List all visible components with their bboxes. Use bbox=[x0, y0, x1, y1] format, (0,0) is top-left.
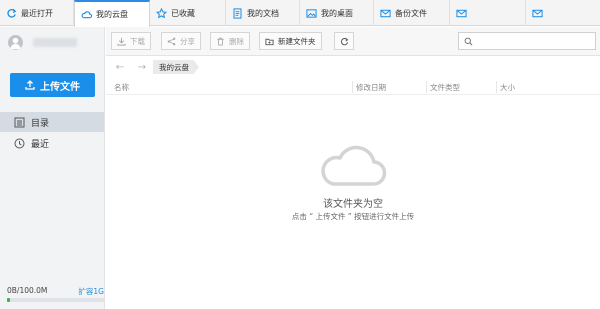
new-folder-label: 新建文件夹 bbox=[278, 36, 316, 46]
delete-button[interactable]: 删除 bbox=[210, 32, 250, 50]
toolbar: 下载 分享 删除 新建文件夹 bbox=[106, 27, 600, 56]
tab-my-desktop[interactable]: 我的桌面 bbox=[300, 0, 374, 26]
user-info[interactable] bbox=[8, 34, 77, 50]
tab-mail-1[interactable] bbox=[450, 0, 526, 26]
sidebar-item-label: 最近 bbox=[31, 139, 50, 150]
column-divider bbox=[426, 81, 427, 93]
delete-label: 删除 bbox=[229, 36, 244, 46]
search-icon bbox=[464, 37, 473, 45]
sidebar-item-directory[interactable]: 目录 bbox=[0, 112, 104, 132]
share-button[interactable]: 分享 bbox=[161, 32, 201, 50]
sidebar-item-recent[interactable]: 最近 bbox=[0, 133, 104, 153]
tab-label: 我的云盘 bbox=[96, 10, 128, 19]
storage-progress-fill bbox=[7, 298, 10, 302]
refresh-icon bbox=[6, 8, 17, 19]
file-list-header: 名称 修改日期 文件类型 大小 bbox=[106, 79, 600, 95]
star-icon bbox=[156, 7, 167, 19]
tab-bar: 最近打开 我的云盘 已收藏 我的文档 我的桌面 备份文件 bbox=[0, 0, 600, 27]
download-label: 下载 bbox=[130, 36, 145, 46]
tab-label: 我的文档 bbox=[247, 8, 279, 18]
user-icon bbox=[10, 37, 21, 49]
upload-icon bbox=[25, 80, 35, 90]
refresh-button[interactable] bbox=[334, 32, 354, 50]
breadcrumb-current: 我的云盘 bbox=[159, 62, 189, 72]
mail-icon bbox=[456, 8, 467, 19]
empty-state-hint: 点击 “ 上传文件 ” 按钮进行文件上传 bbox=[291, 212, 415, 221]
tab-label: 已收藏 bbox=[171, 8, 195, 18]
sidebar-item-label: 目录 bbox=[31, 118, 50, 129]
share-label: 分享 bbox=[180, 36, 195, 46]
column-divider bbox=[496, 81, 497, 93]
tab-label: 我的桌面 bbox=[321, 8, 353, 18]
upload-button-label: 上传文件 bbox=[40, 81, 80, 93]
trash-icon bbox=[216, 37, 225, 46]
tab-my-cloud[interactable]: 我的云盘 bbox=[74, 0, 150, 27]
desktop-image-icon bbox=[306, 8, 317, 19]
document-icon bbox=[232, 7, 243, 19]
forward-arrow-icon[interactable]: → bbox=[136, 61, 148, 73]
list-icon bbox=[14, 117, 25, 128]
share-icon bbox=[167, 37, 176, 46]
folder-plus-icon bbox=[265, 37, 274, 46]
storage-progress-bar bbox=[7, 298, 104, 302]
tab-favorites[interactable]: 已收藏 bbox=[150, 0, 226, 26]
mail-icon bbox=[532, 8, 543, 19]
cloud-icon bbox=[321, 145, 387, 186]
download-icon bbox=[117, 37, 126, 46]
download-button[interactable]: 下载 bbox=[111, 32, 151, 50]
avatar[interactable] bbox=[8, 34, 23, 50]
back-arrow-icon[interactable]: ← bbox=[114, 61, 126, 73]
refresh-icon bbox=[340, 37, 349, 46]
tab-my-documents[interactable]: 我的文档 bbox=[226, 0, 300, 26]
tab-label: 备份文件 bbox=[395, 8, 427, 18]
tab-mail-2[interactable] bbox=[526, 0, 600, 26]
sidebar: 上传文件 目录 最近 0B/100.0M 扩容1G bbox=[0, 27, 105, 309]
tab-backup-files[interactable]: 备份文件 bbox=[374, 0, 450, 26]
tab-label: 最近打开 bbox=[21, 8, 53, 18]
storage-usage-text: 0B/100.0M bbox=[7, 286, 48, 295]
tab-recent[interactable]: 最近打开 bbox=[0, 0, 74, 26]
column-size[interactable]: 大小 bbox=[500, 82, 515, 93]
column-divider bbox=[352, 81, 353, 93]
search-box[interactable] bbox=[458, 32, 596, 50]
search-input[interactable] bbox=[477, 36, 595, 46]
expand-storage-link[interactable]: 扩容1G bbox=[78, 286, 104, 297]
upload-file-button[interactable]: 上传文件 bbox=[10, 73, 95, 97]
mail-icon bbox=[380, 8, 391, 19]
cloud-icon bbox=[81, 9, 92, 20]
navigation-row: ← → 我的云盘 bbox=[106, 56, 600, 78]
column-file-type[interactable]: 文件类型 bbox=[430, 82, 460, 93]
column-name[interactable]: 名称 bbox=[114, 82, 129, 93]
empty-state-title: 该文件夹为空 bbox=[323, 199, 383, 210]
new-folder-button[interactable]: 新建文件夹 bbox=[259, 32, 322, 50]
clock-icon bbox=[14, 138, 25, 149]
empty-folder-area: 该文件夹为空 点击 “ 上传文件 ” 按钮进行文件上传 bbox=[106, 95, 600, 309]
user-name-redacted bbox=[33, 37, 77, 47]
column-modified-date[interactable]: 修改日期 bbox=[356, 82, 386, 93]
breadcrumb[interactable]: 我的云盘 bbox=[153, 60, 199, 74]
